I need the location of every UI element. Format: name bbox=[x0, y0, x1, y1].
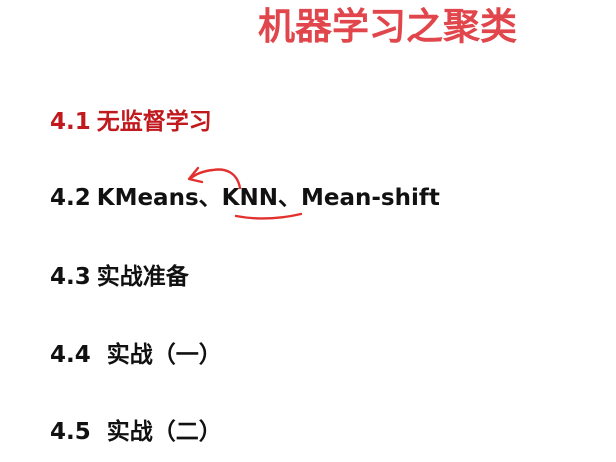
toc-item-4-5[interactable]: 4.5 实战（二） bbox=[50, 417, 222, 447]
toc-item-label: 实战（一） bbox=[106, 342, 222, 368]
toc-item-number: 4.2 bbox=[50, 185, 91, 211]
toc-item-4-1[interactable]: 4.1 无监督学习 bbox=[50, 107, 212, 137]
page-title: 机器学习之聚类 bbox=[258, 5, 517, 48]
underline-stroke bbox=[234, 212, 303, 220]
toc-item-4-3[interactable]: 4.3 实战准备 bbox=[50, 262, 189, 292]
toc-item-label: 实战（二） bbox=[106, 419, 222, 445]
toc-item-number: 4.1 bbox=[50, 109, 91, 135]
toc-item-4-2[interactable]: 4.2 KMeans、KNN、Mean-shift bbox=[50, 183, 440, 213]
toc-item-label: 实战准备 bbox=[96, 264, 189, 290]
handwritten-annotation bbox=[187, 166, 303, 220]
toc-item-label-knn: KNN bbox=[221, 185, 278, 211]
toc-item-number: 4.3 bbox=[50, 264, 91, 290]
toc-item-number: 4.5 bbox=[50, 419, 91, 445]
toc-item-label: 无监督学习 bbox=[96, 109, 212, 135]
toc-item-number: 4.4 bbox=[50, 342, 91, 368]
toc-item-label-kmeans: KMeans、 bbox=[96, 185, 222, 211]
arrowhead-icon bbox=[187, 166, 204, 184]
toc-item-label-meanshift: 、Mean-shift bbox=[277, 185, 440, 211]
toc-item-4-4[interactable]: 4.4 实战（一） bbox=[50, 340, 222, 370]
